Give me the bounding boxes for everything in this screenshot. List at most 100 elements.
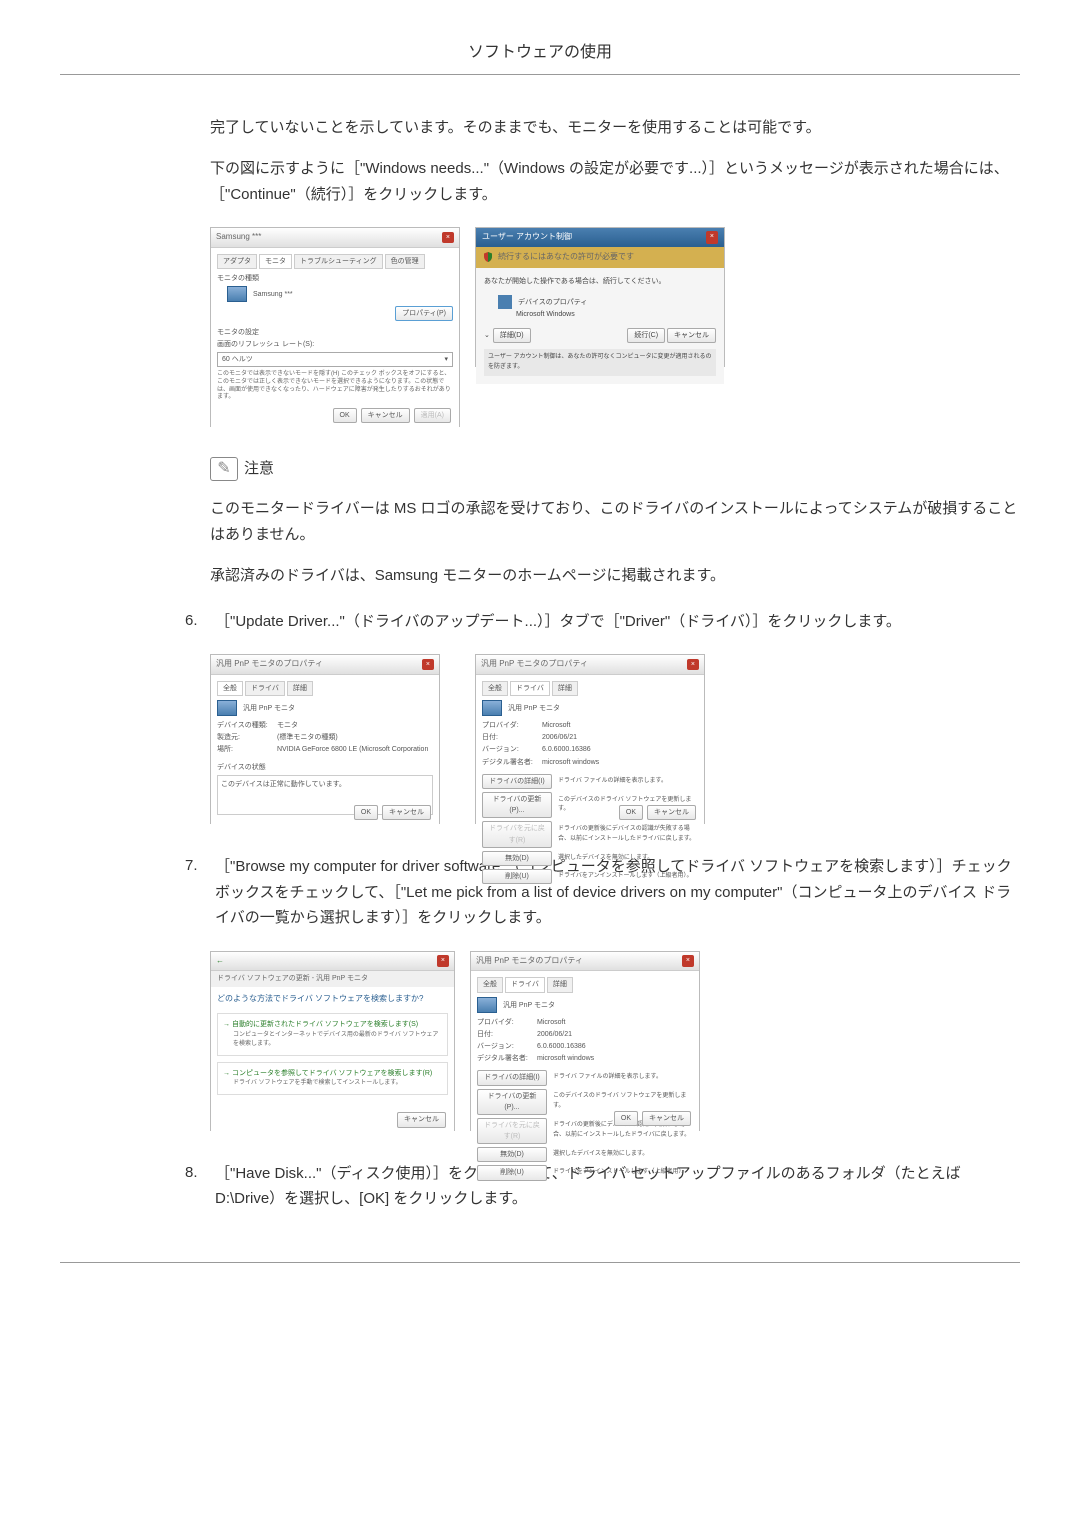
step-number: 7. bbox=[185, 854, 215, 931]
monitor-icon bbox=[477, 997, 497, 1013]
option-auto-desc: コンピュータとインターネットでデバイス用の最新のドライバ ソフトウェアを検索しま… bbox=[233, 1031, 442, 1050]
manufacturer-label: 製造元: bbox=[217, 732, 277, 743]
note-label: 注意 bbox=[244, 457, 274, 481]
disable-button[interactable]: 無効(D) bbox=[482, 851, 552, 866]
uninstall-button[interactable]: 削除(U) bbox=[482, 869, 552, 884]
uninstall-button[interactable]: 削除(U) bbox=[477, 1165, 547, 1180]
apply-button[interactable]: 適用(A) bbox=[414, 408, 451, 423]
monitor-icon bbox=[482, 700, 502, 716]
version-value: 6.0.6000.16386 bbox=[542, 744, 591, 755]
update-driver-button[interactable]: ドライバの更新(P)... bbox=[482, 792, 552, 818]
ok-button[interactable]: OK bbox=[619, 805, 643, 820]
chevron-down-icon: ▾ bbox=[444, 354, 448, 365]
close-icon[interactable]: × bbox=[437, 955, 449, 966]
details-button[interactable]: 詳細(D) bbox=[493, 328, 531, 343]
option-auto-search[interactable]: → 自動的に更新されたドライバ ソフトウェアを検索します(S) コンピュータとイ… bbox=[217, 1013, 448, 1055]
display-properties-dialog: Samsung *** × アダプタ モニタ トラブルシューティング 色の管理 … bbox=[210, 227, 460, 427]
chevron-down-icon: ⌄ bbox=[484, 330, 490, 341]
ok-button[interactable]: OK bbox=[614, 1111, 638, 1126]
device-properties-general: 汎用 PnP モニタのプロパティ × 全般 ドライバ 詳細 汎用 PnP モニタ… bbox=[210, 654, 440, 824]
step-number: 6. bbox=[185, 609, 215, 635]
note-paragraph-1: このモニタードライバーは MS ロゴの承認を受けており、このドライバのインストー… bbox=[210, 496, 1020, 547]
close-icon[interactable]: × bbox=[682, 955, 694, 966]
device-icon bbox=[498, 295, 512, 309]
intro-paragraph-1: 完了していないことを示しています。そのままでも、モニターを使用することは可能です… bbox=[210, 115, 1020, 141]
cancel-button[interactable]: キャンセル bbox=[382, 805, 431, 820]
tab-details[interactable]: 詳細 bbox=[552, 681, 578, 696]
option-browse-desc: ドライバ ソフトウェアを手動で検索してインストールします。 bbox=[233, 1079, 442, 1089]
ok-button[interactable]: OK bbox=[354, 805, 378, 820]
device-name: 汎用 PnP モニタ bbox=[503, 1001, 555, 1008]
tab-general[interactable]: 全般 bbox=[482, 681, 508, 696]
monitor-icon bbox=[227, 286, 247, 302]
provider-label: プロバイダ: bbox=[482, 720, 542, 731]
close-icon[interactable]: × bbox=[687, 659, 699, 670]
hide-modes-note: このモニタでは表示できないモードを隠す(H) このチェック ボックスをオフにする… bbox=[217, 371, 453, 402]
tab-details[interactable]: 詳細 bbox=[547, 977, 573, 992]
provider-value: Microsoft bbox=[542, 720, 570, 731]
note-icon: ✎ bbox=[210, 457, 238, 481]
location-label: 場所: bbox=[217, 744, 277, 755]
version-label: バージョン: bbox=[482, 744, 542, 755]
disable-button[interactable]: 無効(D) bbox=[477, 1147, 547, 1162]
footer-divider bbox=[60, 1262, 1020, 1263]
close-icon[interactable]: × bbox=[422, 659, 434, 670]
signer-label: デジタル署名者: bbox=[482, 757, 542, 768]
status-section-label: デバイスの状態 bbox=[217, 762, 433, 773]
uac-instruction: あなたが開始した操作である場合は、続行してください。 bbox=[484, 276, 716, 287]
close-icon[interactable]: × bbox=[442, 232, 454, 243]
refresh-rate-label: 画面のリフレッシュ レート(S): bbox=[217, 339, 453, 350]
ok-button[interactable]: OK bbox=[333, 408, 357, 423]
cancel-button[interactable]: キャンセル bbox=[667, 328, 716, 343]
close-icon[interactable]: × bbox=[706, 231, 718, 244]
figure-row-1: Samsung *** × アダプタ モニタ トラブルシューティング 色の管理 … bbox=[210, 227, 1020, 427]
tab-driver[interactable]: ドライバ bbox=[505, 977, 545, 992]
rollback-desc: ドライバの更新後にデバイスの認識が失敗する場合、以前にインストールしたドライバに… bbox=[558, 825, 698, 844]
driver-details-button[interactable]: ドライバの詳細(I) bbox=[477, 1070, 547, 1085]
dialog-title: 汎用 PnP モニタのプロパティ bbox=[216, 658, 323, 671]
note-paragraph-2: 承認済みのドライバは、Samsung モニターのホームページに掲載されます。 bbox=[210, 563, 1020, 589]
properties-button[interactable]: プロパティ(P) bbox=[395, 306, 453, 321]
rollback-button[interactable]: ドライバを元に戻す(R) bbox=[482, 821, 552, 847]
option-browse[interactable]: → コンピュータを参照してドライバ ソフトウェアを検索します(R) ドライバ ソ… bbox=[217, 1062, 448, 1095]
driver-details-desc: ドライバ ファイルの詳細を表示します。 bbox=[558, 777, 698, 787]
device-type-value: モニタ bbox=[277, 720, 298, 731]
tab-troubleshoot[interactable]: トラブルシューティング bbox=[294, 254, 383, 269]
cancel-button[interactable]: キャンセル bbox=[642, 1111, 691, 1126]
monitor-settings-label: モニタの設定 bbox=[217, 327, 453, 338]
date-value: 2006/06/21 bbox=[542, 732, 577, 743]
cancel-button[interactable]: キャンセル bbox=[647, 805, 696, 820]
disable-desc: 選択したデバイスを無効にします。 bbox=[558, 854, 698, 864]
tab-monitor[interactable]: モニタ bbox=[259, 254, 292, 269]
back-icon[interactable]: ← bbox=[216, 955, 224, 968]
page-header-title: ソフトウェアの使用 bbox=[60, 40, 1020, 66]
tab-color[interactable]: 色の管理 bbox=[385, 254, 425, 269]
tab-driver[interactable]: ドライバ bbox=[510, 681, 550, 696]
device-name: 汎用 PnP モニタ bbox=[243, 705, 295, 712]
tab-driver[interactable]: ドライバ bbox=[245, 681, 285, 696]
continue-button[interactable]: 続行(C) bbox=[627, 328, 665, 343]
update-driver-wizard: ← × ドライバ ソフトウェアの更新 - 汎用 PnP モニタ どのような方法で… bbox=[210, 951, 455, 1131]
wizard-question: どのような方法でドライバ ソフトウェアを検索しますか? bbox=[217, 993, 448, 1006]
tab-general[interactable]: 全般 bbox=[217, 681, 243, 696]
monitor-type-label: モニタの種類 bbox=[217, 273, 453, 284]
tab-general[interactable]: 全般 bbox=[477, 977, 503, 992]
uac-title: ユーザー アカウント制御 bbox=[482, 231, 572, 244]
uninstall-desc: ドライバをアンインストールします（上級者用）。 bbox=[558, 872, 698, 882]
tab-adapter[interactable]: アダプタ bbox=[217, 254, 257, 269]
intro-paragraph-2: 下の図に示すように［"Windows needs..."（Windows の設定… bbox=[210, 156, 1020, 207]
step-6-text: ［"Update Driver..."（ドライバのアップデート...）］タブで［… bbox=[215, 609, 1020, 635]
update-driver-button[interactable]: ドライバの更新(P)... bbox=[477, 1089, 547, 1115]
uac-device-name: デバイスのプロパティ bbox=[518, 299, 587, 306]
refresh-rate-select[interactable]: 60 ヘルツ▾ bbox=[217, 352, 453, 367]
tab-details[interactable]: 詳細 bbox=[287, 681, 313, 696]
uac-footer: ユーザー アカウント制御は、あなたの許可なくコンピュータに変更が適用されるのを防… bbox=[484, 349, 716, 376]
cancel-button[interactable]: キャンセル bbox=[397, 1112, 446, 1127]
device-type-label: デバイスの種類: bbox=[217, 720, 277, 731]
location-value: NVIDIA GeForce 6800 LE (Microsoft Corpor… bbox=[277, 744, 428, 755]
step-number: 8. bbox=[185, 1161, 215, 1212]
manufacturer-value: (標準モニタの種類) bbox=[277, 732, 338, 743]
cancel-button[interactable]: キャンセル bbox=[361, 408, 410, 423]
driver-details-button[interactable]: ドライバの詳細(I) bbox=[482, 774, 552, 789]
rollback-button[interactable]: ドライバを元に戻す(R) bbox=[477, 1118, 547, 1144]
